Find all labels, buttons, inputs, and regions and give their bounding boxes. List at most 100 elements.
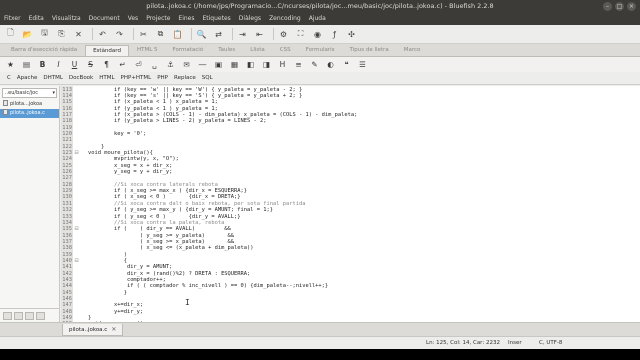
fx-icon[interactable]: ƒ [328, 28, 341, 41]
email-icon[interactable]: ✉ [180, 59, 193, 71]
menu-fitxer[interactable]: Fitxer [0, 13, 25, 25]
break-icon[interactable]: ↵ [116, 59, 129, 71]
sidebar-tab-filebrowser[interactable] [3, 312, 12, 320]
quickstart-icon[interactable]: ★ [4, 59, 17, 71]
snippet-menu-docbook[interactable]: DocBook [66, 72, 96, 85]
fullscreen-icon[interactable]: ⛶ [294, 28, 307, 41]
fold-toggle-icon[interactable]: ⊟ [74, 258, 79, 264]
tab-formularis[interactable]: Formularis [299, 45, 342, 56]
bold-icon[interactable]: B [36, 59, 49, 71]
unindent-icon[interactable]: ⇤ [253, 28, 266, 41]
snippet-menu-c[interactable]: C [4, 72, 14, 85]
tab-estandard[interactable]: Estàndard [85, 45, 129, 56]
minimize-icon[interactable]: – [603, 2, 612, 11]
menu-ajuda[interactable]: Ajuda [305, 13, 330, 25]
fold-toggle-icon[interactable]: ⊟ [74, 226, 79, 232]
tab-taules[interactable]: Taules [211, 45, 242, 56]
save-icon[interactable]: 🖫 [38, 28, 51, 41]
snippet-menu-apache[interactable]: Apache [14, 72, 41, 85]
color-icon[interactable]: ◐ [324, 59, 337, 71]
fold-toggle-icon[interactable]: ⊟ [74, 150, 79, 156]
italic-icon[interactable]: I [52, 59, 65, 71]
document-tab[interactable]: pilota..jokoa.c ✕ [62, 324, 124, 336]
indent-icon[interactable]: ⇥ [236, 28, 249, 41]
list-icon[interactable]: ☰ [356, 59, 369, 71]
strike-icon[interactable]: S [84, 59, 97, 71]
menu-ves[interactable]: Ves [124, 13, 142, 25]
snippet-menu-html[interactable]: HTML [96, 72, 117, 85]
snippet-menu-php-html[interactable]: PHP+HTML [118, 72, 155, 85]
close-icon[interactable]: ✕ [72, 28, 85, 41]
menu-document[interactable]: Document [85, 13, 124, 25]
tab-marco[interactable]: Marco [397, 45, 428, 56]
menu-projecte[interactable]: Projecte [142, 13, 174, 25]
tools-icon[interactable]: ✣ [345, 28, 358, 41]
tab-barra-execucio-rapida[interactable]: Barra d'eseccició ràpida [4, 45, 84, 56]
tab-llista[interactable]: Llista [243, 45, 272, 56]
quote-icon[interactable]: ❝ [340, 59, 353, 71]
snippet-menu-dhtml[interactable]: DHTML [40, 72, 66, 85]
snippet-tabs: Barra d'eseccició ràpida Estàndard HTML … [0, 44, 640, 57]
image-icon[interactable]: ▣ [212, 59, 225, 71]
directory-combo[interactable]: ..eu/basic/joc ▾ [2, 88, 57, 98]
window-title: pilota..jokoa.c (/home/jps/Programacio..… [146, 2, 494, 10]
redo-icon[interactable]: ↷ [113, 28, 126, 41]
rule-icon[interactable]: ― [196, 59, 209, 71]
replace-icon[interactable]: ⇄ [212, 28, 225, 41]
tab-tipus-de-lletra[interactable]: Tipus de lletra [343, 45, 396, 56]
title-bar: pilota..jokoa.c (/home/jps/Programacio..… [0, 0, 640, 13]
menu-zencoding[interactable]: Zencoding [265, 13, 305, 25]
sidebar-tab-charmap[interactable] [25, 312, 34, 320]
center-icon[interactable]: ≡ [292, 59, 305, 71]
cut-icon[interactable]: ✂ [137, 28, 150, 41]
menu-edita[interactable]: Edita [25, 13, 48, 25]
menu-visualitza[interactable]: Visualitza [48, 13, 85, 25]
save-as-icon[interactable]: ⎘ [55, 28, 68, 41]
sidebar-tab-bookmarks[interactable] [14, 312, 23, 320]
mouse-cursor: I [185, 298, 190, 307]
nbsp-icon[interactable]: ␣ [148, 59, 161, 71]
file-item-selected[interactable]: pilota..jokoa.c [0, 109, 59, 118]
paragraph-icon[interactable]: ¶ [100, 59, 113, 71]
toolbar-separator [133, 28, 134, 40]
toolbar-separator [232, 28, 233, 40]
break-clear-icon[interactable]: ⏎ [132, 59, 145, 71]
snippet-menu-php[interactable]: PHP [154, 72, 171, 85]
toolbar-separator [273, 28, 274, 40]
tab-html5[interactable]: HTML 5 [130, 45, 165, 56]
undo-icon[interactable]: ↶ [96, 28, 109, 41]
snippet-menu-replace[interactable]: Replace [171, 72, 199, 85]
span-icon[interactable]: ◨ [260, 59, 273, 71]
code-line[interactable]: if (y_paleta > LINES - 2) y_paleta = LIN… [88, 118, 267, 124]
code-line[interactable]: y+=dir_y; [88, 309, 143, 315]
open-icon[interactable]: 📂 [21, 28, 34, 41]
menu-etiquetes[interactable]: Etiquetes [199, 13, 235, 25]
file-item[interactable]: pilota...jokoa [0, 100, 59, 109]
snippet-menu-sql[interactable]: SQL [199, 72, 216, 85]
menu-eines[interactable]: Eines [174, 13, 198, 25]
tab-css[interactable]: CSS [273, 45, 298, 56]
body-icon[interactable]: ▤ [20, 59, 33, 71]
code-editor[interactable]: 113 114 115 116 117 118 119 120 121 122 123 124 125 1… [61, 86, 640, 322]
close-icon[interactable]: × [627, 2, 636, 11]
sidebar-tab-snippets[interactable] [36, 312, 45, 320]
menu-dialegs[interactable]: Diàlegs [235, 13, 265, 25]
browser-icon[interactable]: ◉ [311, 28, 324, 41]
anchor-icon[interactable]: ⚓ [164, 59, 177, 71]
copy-icon[interactable]: ⧉ [154, 28, 167, 41]
preferences-icon[interactable]: ⚙ [277, 28, 290, 41]
heading-icon[interactable]: H [276, 59, 289, 71]
find-icon[interactable]: 🔍 [195, 28, 208, 41]
code-line[interactable]: y_seg = y + dir_y; [88, 169, 172, 175]
thumbnail-icon[interactable]: ▦ [228, 59, 241, 71]
paste-icon[interactable]: 📋 [171, 28, 184, 41]
new-file-icon[interactable]: 🗋 [4, 28, 17, 41]
maximize-icon[interactable]: □ [615, 2, 624, 11]
close-tab-icon[interactable]: ✕ [111, 326, 116, 333]
tab-formatacio[interactable]: Formatació [166, 45, 211, 56]
comment-icon[interactable]: ✎ [308, 59, 321, 71]
underline-icon[interactable]: U [68, 59, 81, 71]
code-line[interactable]: key = '0'; [88, 131, 146, 137]
code-line[interactable]: } [88, 290, 127, 296]
div-icon[interactable]: ◧ [244, 59, 257, 71]
